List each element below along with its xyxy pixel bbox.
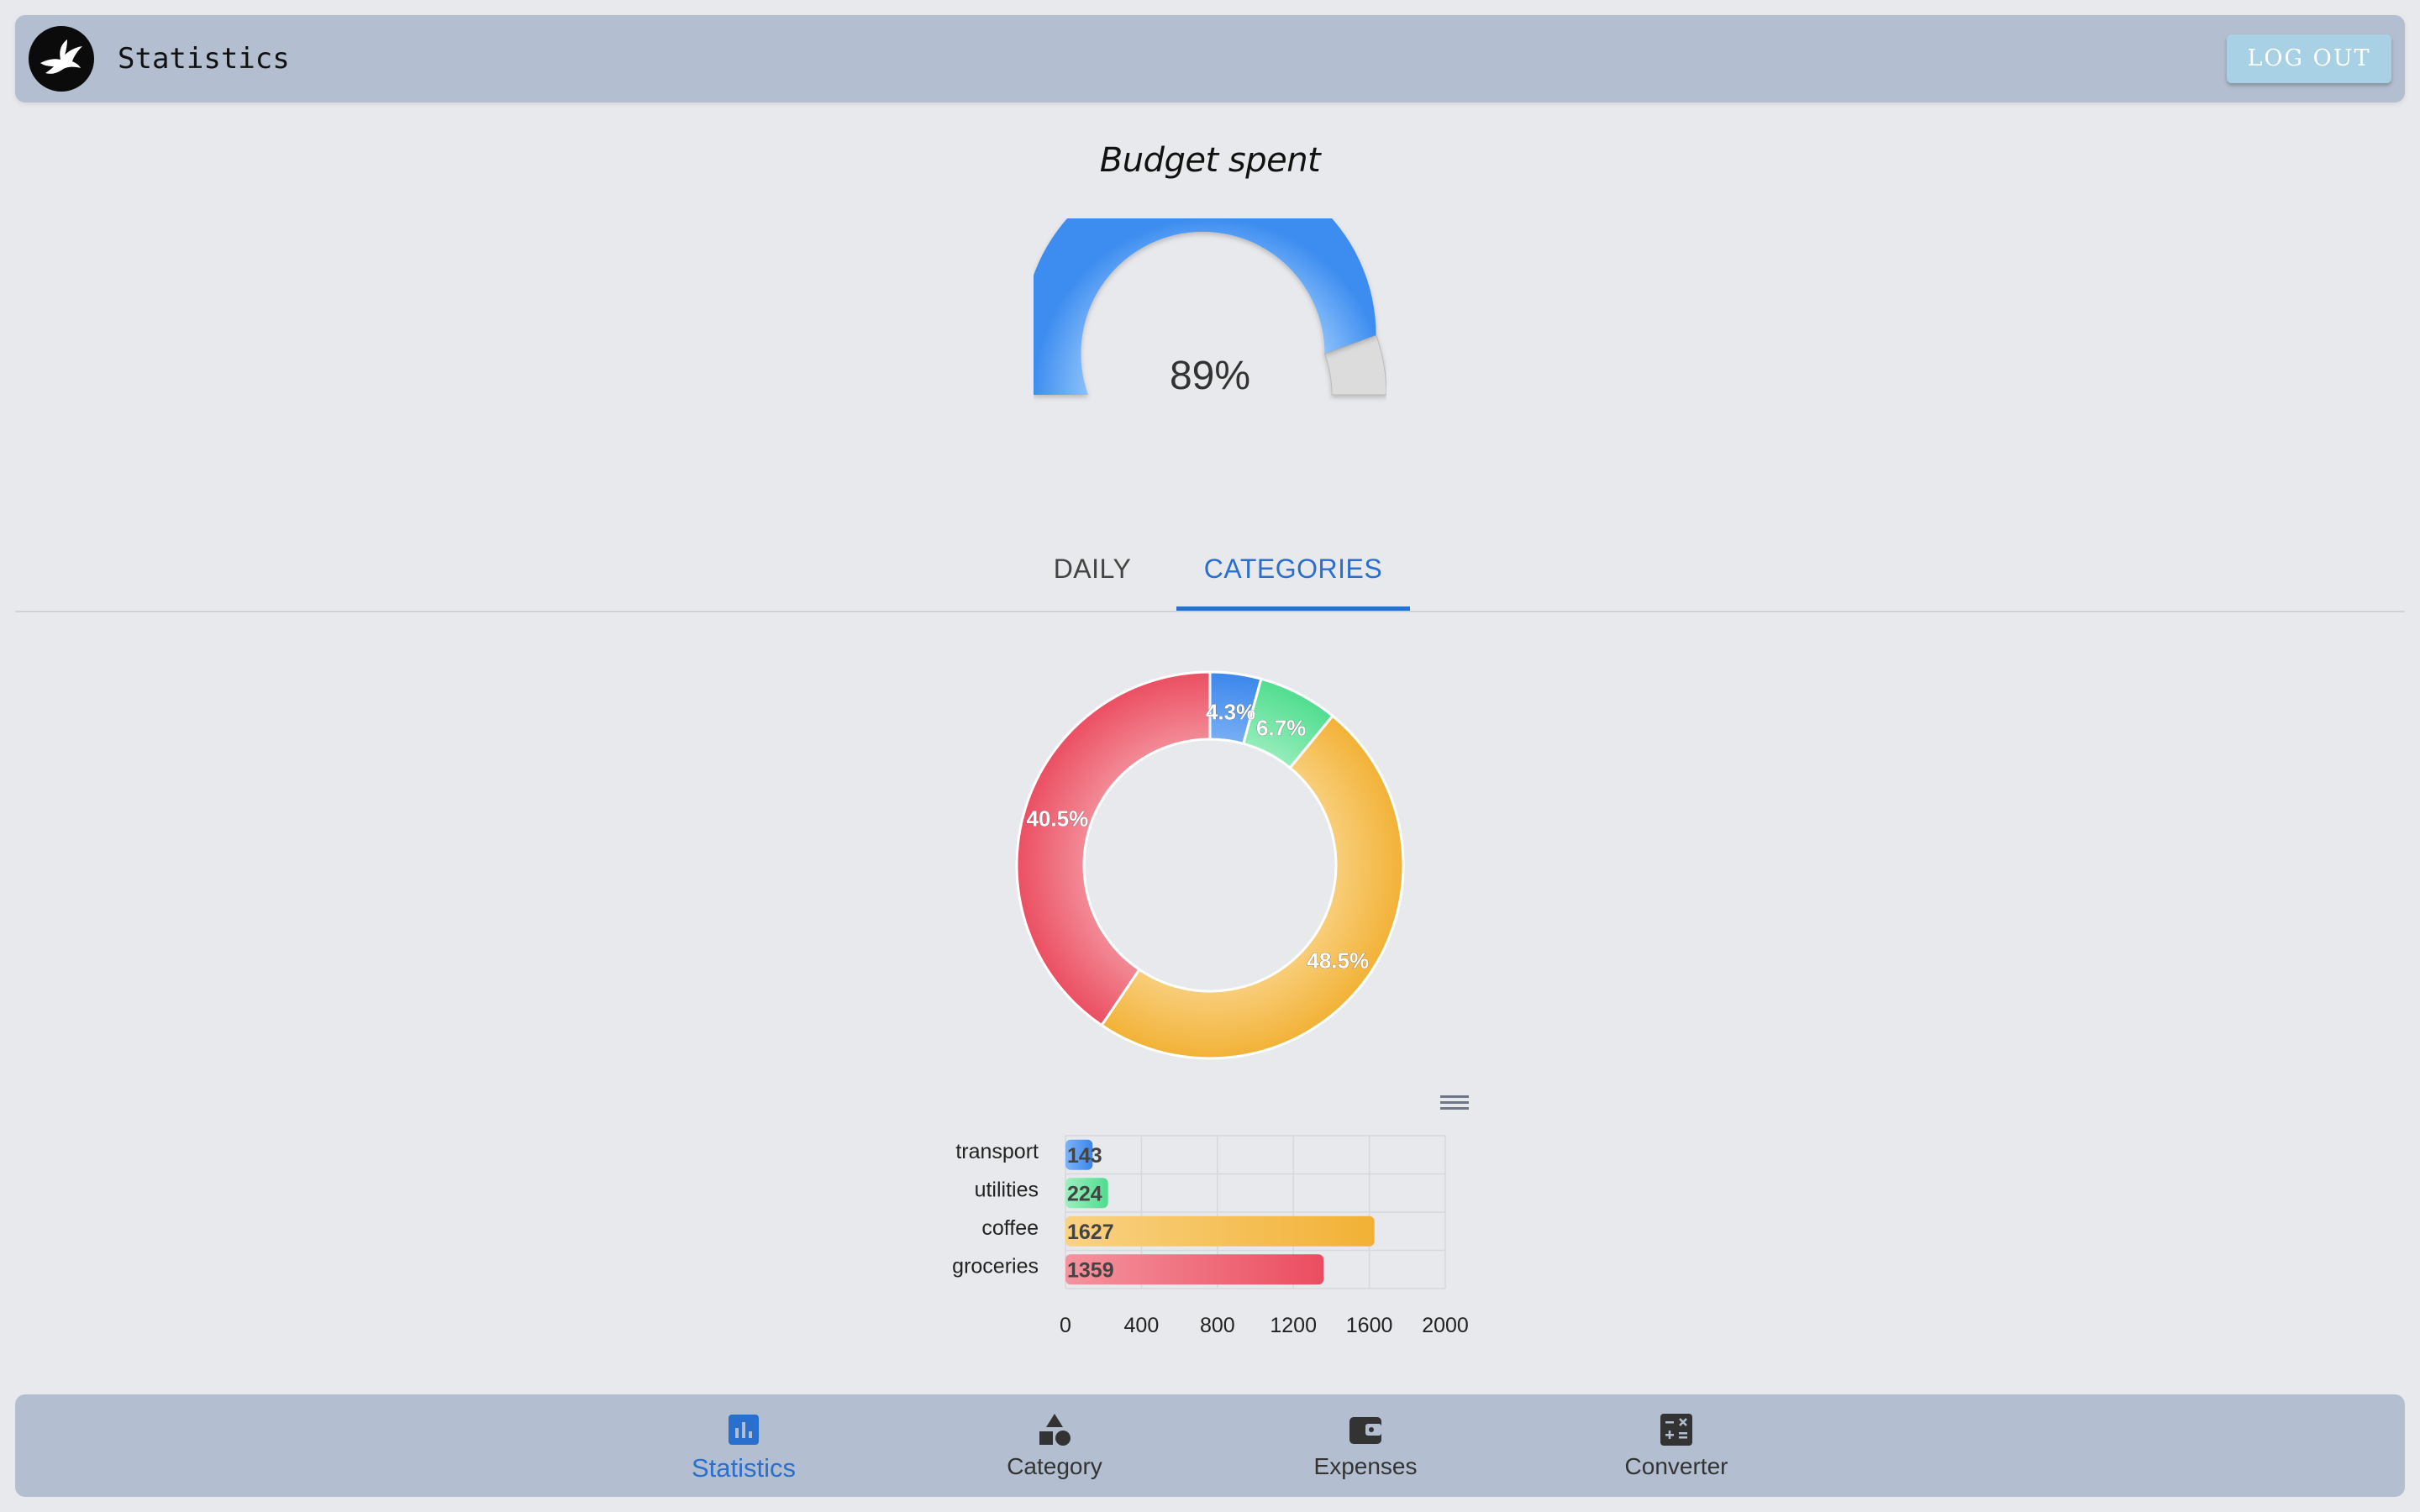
- x-tick-label: 800: [1200, 1314, 1235, 1337]
- category-label: transport: [955, 1140, 1039, 1163]
- donut-percent-label: 6.7%: [1256, 716, 1306, 741]
- bar-value-label: 1627: [1067, 1221, 1114, 1244]
- bar-value-label: 1359: [1067, 1258, 1114, 1282]
- x-tick-label: 1200: [1270, 1314, 1317, 1337]
- nav-converter-label: Converter: [1624, 1453, 1728, 1479]
- bar-chart-icon: [729, 1415, 759, 1445]
- nav-expenses[interactable]: Expenses: [1265, 1394, 1466, 1497]
- donut-slice-groceries[interactable]: [1015, 670, 1212, 1027]
- nav-statistics[interactable]: Statistics: [643, 1394, 844, 1497]
- x-tick-label: 1600: [1346, 1314, 1393, 1337]
- donut-percent-label: 40.5%: [1026, 806, 1088, 831]
- x-tick-label: 0: [1060, 1314, 1071, 1337]
- calculator-icon: [1660, 1414, 1692, 1446]
- tab-categories[interactable]: CATEGORIES: [1176, 538, 1410, 612]
- nav-category[interactable]: Category: [954, 1394, 1155, 1497]
- donut-percent-label: 48.5%: [1307, 948, 1369, 974]
- nav-expenses-label: Expenses: [1313, 1453, 1418, 1479]
- shapes-icon: [1039, 1414, 1071, 1446]
- x-tick-label: 2000: [1422, 1314, 1469, 1337]
- bottom-navigation: Statistics Category Expenses Converter: [15, 1394, 2405, 1497]
- nav-converter[interactable]: Converter: [1576, 1394, 1777, 1497]
- donut-percent-label: 4.3%: [1206, 700, 1255, 725]
- budget-title: Budget spent: [1099, 141, 1321, 180]
- wallet-icon: [1349, 1417, 1381, 1444]
- nav-statistics-label: Statistics: [691, 1453, 797, 1483]
- x-tick-label: 400: [1124, 1314, 1160, 1337]
- nav-category-label: Category: [1007, 1453, 1102, 1479]
- category-bar-chart: 143 transport 224 utilities 1627 coffee 1359 gr…: [952, 1135, 1469, 1337]
- bar-value-label: 143: [1067, 1144, 1102, 1168]
- category-label: coffee: [981, 1216, 1039, 1240]
- category-donut-chart: 4.3%6.7% 48.5% 40.5%: [1015, 670, 1405, 1060]
- category-label: utilities: [975, 1178, 1039, 1201]
- bar-value-label: 224: [1067, 1182, 1102, 1205]
- hummingbird-logo-icon: [29, 26, 94, 92]
- page-title: Statistics: [118, 42, 290, 76]
- divider: [15, 611, 2405, 612]
- category-label: groceries: [952, 1254, 1039, 1278]
- gauge-percentage: 89%: [1169, 354, 1251, 398]
- donut-slice-coffee[interactable]: [1100, 714, 1405, 1060]
- tab-daily[interactable]: DAILY: [1027, 538, 1158, 612]
- top-app-bar: Statistics LOG OUT: [15, 15, 2405, 102]
- logout-button[interactable]: LOG OUT: [2227, 34, 2391, 83]
